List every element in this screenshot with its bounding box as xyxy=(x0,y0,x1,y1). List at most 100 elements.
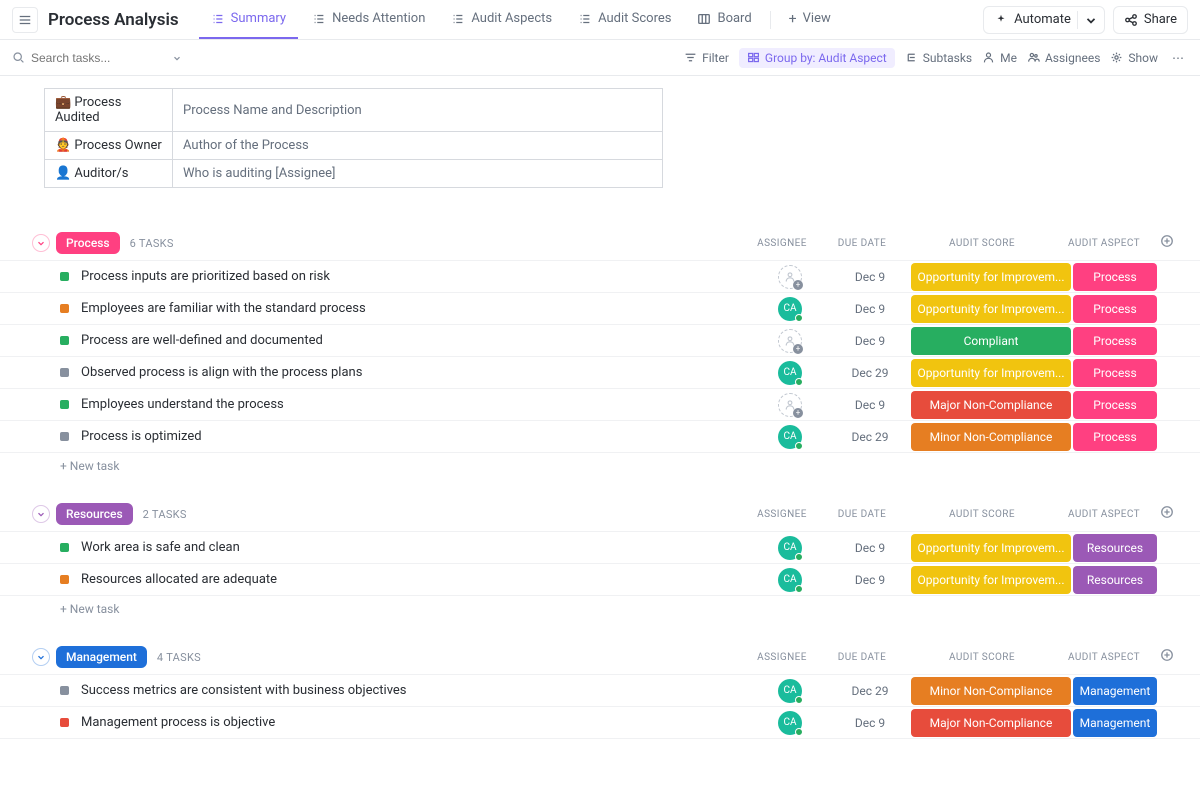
assignee-avatar[interactable]: CA xyxy=(778,425,802,449)
col-due-date[interactable]: DUE DATE xyxy=(822,652,902,663)
task-row[interactable]: Success metrics are consistent with busi… xyxy=(0,675,1200,707)
show-button[interactable]: Show xyxy=(1110,51,1158,65)
meta-value[interactable]: Author of the Process xyxy=(173,132,663,160)
task-row[interactable]: Observed process is align with the proce… xyxy=(0,357,1200,389)
task-name[interactable]: Employees understand the process xyxy=(81,397,750,412)
status-dot[interactable] xyxy=(60,368,69,377)
tab-add-view[interactable]: + View xyxy=(777,0,843,39)
menu-toggle[interactable] xyxy=(12,7,38,33)
tab-summary[interactable]: Summary xyxy=(199,0,298,39)
cell-audit-score[interactable]: Major Non-Compliance xyxy=(911,391,1071,419)
cell-due-date[interactable]: Dec 9 xyxy=(830,389,910,420)
assignee-avatar[interactable]: CA xyxy=(778,361,802,385)
cell-audit-aspect[interactable]: Process xyxy=(1073,263,1157,291)
cell-due-date[interactable]: Dec 9 xyxy=(830,325,910,356)
status-dot[interactable] xyxy=(60,686,69,695)
me-button[interactable]: Me xyxy=(982,51,1017,65)
task-row[interactable]: Process inputs are prioritized based on … xyxy=(0,261,1200,293)
col-audit-score[interactable]: AUDIT SCORE xyxy=(902,509,1062,520)
assignee-avatar[interactable]: CA xyxy=(778,711,802,735)
task-name[interactable]: Management process is objective xyxy=(81,715,750,730)
cell-audit-score[interactable]: Opportunity for Improvem... xyxy=(911,263,1071,291)
group-by-button[interactable]: Group by: Audit Aspect xyxy=(739,48,895,68)
assignee-avatar[interactable]: CA xyxy=(778,297,802,321)
status-dot[interactable] xyxy=(60,718,69,727)
status-dot[interactable] xyxy=(60,336,69,345)
status-dot[interactable] xyxy=(60,400,69,409)
task-name[interactable]: Success metrics are consistent with busi… xyxy=(81,683,750,698)
group-collapse[interactable] xyxy=(32,648,50,666)
status-dot[interactable] xyxy=(60,575,69,584)
cell-audit-aspect[interactable]: Process xyxy=(1073,391,1157,419)
task-name[interactable]: Process inputs are prioritized based on … xyxy=(81,269,750,284)
col-audit-score[interactable]: AUDIT SCORE xyxy=(902,238,1062,249)
task-row[interactable]: Resources allocated are adequate CA Dec … xyxy=(0,564,1200,596)
add-column[interactable] xyxy=(1146,648,1188,666)
task-name[interactable]: Work area is safe and clean xyxy=(81,540,750,555)
meta-value[interactable]: Who is auditing [Assignee] xyxy=(173,160,663,188)
assignee-avatar[interactable]: CA xyxy=(778,568,802,592)
cell-due-date[interactable]: Dec 9 xyxy=(830,564,910,595)
task-row[interactable]: Employees are familiar with the standard… xyxy=(0,293,1200,325)
task-name[interactable]: Process are well-defined and documented xyxy=(81,333,750,348)
cell-due-date[interactable]: Dec 29 xyxy=(830,421,910,452)
automate-caret[interactable] xyxy=(1077,11,1104,29)
status-dot[interactable] xyxy=(60,304,69,313)
group-pill[interactable]: Process xyxy=(56,232,120,254)
col-assignee[interactable]: ASSIGNEE xyxy=(742,652,822,663)
tab-audit-scores[interactable]: Audit Scores xyxy=(566,0,683,39)
col-audit-aspect[interactable]: AUDIT ASPECT xyxy=(1062,509,1146,520)
cell-audit-aspect[interactable]: Management xyxy=(1073,677,1157,705)
cell-audit-aspect[interactable]: Process xyxy=(1073,423,1157,451)
cell-audit-score[interactable]: Compliant xyxy=(911,327,1071,355)
meta-value[interactable]: Process Name and Description xyxy=(173,89,663,132)
assignee-empty[interactable]: + xyxy=(778,329,802,353)
cell-audit-aspect[interactable]: Process xyxy=(1073,327,1157,355)
cell-due-date[interactable]: Dec 9 xyxy=(830,532,910,563)
cell-due-date[interactable]: Dec 9 xyxy=(830,707,910,738)
assignee-avatar[interactable]: CA xyxy=(778,536,802,560)
group-collapse[interactable] xyxy=(32,234,50,252)
task-row[interactable]: Process is optimized CA Dec 29 Minor Non… xyxy=(0,421,1200,453)
automate-button[interactable]: Automate xyxy=(983,6,1105,34)
chevron-down-icon[interactable] xyxy=(172,53,182,63)
cell-audit-score[interactable]: Minor Non-Compliance xyxy=(911,423,1071,451)
col-assignee[interactable]: ASSIGNEE xyxy=(742,238,822,249)
task-name[interactable]: Process is optimized xyxy=(81,429,750,444)
cell-due-date[interactable]: Dec 9 xyxy=(830,261,910,292)
filter-button[interactable]: Filter xyxy=(684,51,729,65)
subtasks-button[interactable]: Subtasks xyxy=(905,51,972,65)
group-pill[interactable]: Management xyxy=(56,646,147,668)
task-row[interactable]: Process are well-defined and documented … xyxy=(0,325,1200,357)
cell-audit-aspect[interactable]: Resources xyxy=(1073,566,1157,594)
assignee-avatar[interactable]: CA xyxy=(778,679,802,703)
cell-audit-aspect[interactable]: Management xyxy=(1073,709,1157,737)
new-task-button[interactable]: + New task xyxy=(0,596,1200,622)
task-row[interactable]: Employees understand the process + Dec 9… xyxy=(0,389,1200,421)
more-menu[interactable]: ⋯ xyxy=(1168,51,1188,65)
tab-board[interactable]: Board xyxy=(685,0,763,39)
cell-audit-aspect[interactable]: Process xyxy=(1073,359,1157,387)
cell-audit-score[interactable]: Opportunity for Improvem... xyxy=(911,566,1071,594)
search-input[interactable] xyxy=(31,51,141,65)
cell-due-date[interactable]: Dec 29 xyxy=(830,357,910,388)
cell-due-date[interactable]: Dec 9 xyxy=(830,293,910,324)
cell-audit-score[interactable]: Minor Non-Compliance xyxy=(911,677,1071,705)
col-audit-aspect[interactable]: AUDIT ASPECT xyxy=(1062,238,1146,249)
col-audit-aspect[interactable]: AUDIT ASPECT xyxy=(1062,652,1146,663)
tab-needs-attention[interactable]: Needs Attention xyxy=(300,0,437,39)
group-collapse[interactable] xyxy=(32,505,50,523)
col-due-date[interactable]: DUE DATE xyxy=(822,509,902,520)
col-assignee[interactable]: ASSIGNEE xyxy=(742,509,822,520)
task-name[interactable]: Employees are familiar with the standard… xyxy=(81,301,750,316)
task-row[interactable]: Work area is safe and clean CA Dec 9 Opp… xyxy=(0,532,1200,564)
group-pill[interactable]: Resources xyxy=(56,503,133,525)
col-audit-score[interactable]: AUDIT SCORE xyxy=(902,652,1062,663)
task-name[interactable]: Observed process is align with the proce… xyxy=(81,365,750,380)
status-dot[interactable] xyxy=(60,272,69,281)
cell-audit-score[interactable]: Opportunity for Improvem... xyxy=(911,295,1071,323)
cell-audit-score[interactable]: Opportunity for Improvem... xyxy=(911,359,1071,387)
add-column[interactable] xyxy=(1146,234,1188,252)
task-row[interactable]: Management process is objective CA Dec 9… xyxy=(0,707,1200,739)
add-column[interactable] xyxy=(1146,505,1188,523)
